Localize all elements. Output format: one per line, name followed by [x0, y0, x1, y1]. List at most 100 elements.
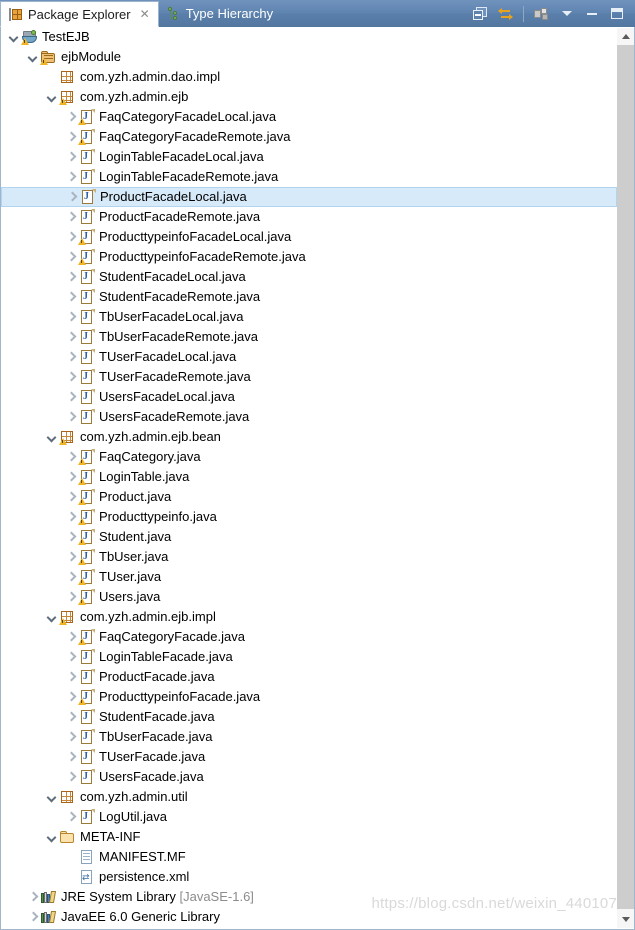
tree-row[interactable]: J Users.java [1, 587, 617, 607]
twisty-collapsed-icon[interactable] [26, 907, 40, 927]
twisty-collapsed-icon[interactable] [26, 887, 40, 907]
twisty-collapsed-icon[interactable] [64, 647, 78, 667]
tab-package-explorer[interactable]: Package Explorer ✕ [0, 1, 159, 27]
tree-row[interactable]: J LogUtil.java [1, 807, 617, 827]
scrollbar-thumb[interactable] [617, 45, 634, 909]
twisty-expanded-icon[interactable] [45, 427, 59, 447]
tree-row[interactable]: J FaqCategory.java [1, 447, 617, 467]
scroll-up-button[interactable] [617, 28, 634, 45]
twisty-collapsed-icon[interactable] [64, 247, 78, 267]
collapse-all-button[interactable] [468, 0, 493, 27]
twisty-collapsed-icon[interactable] [64, 627, 78, 647]
twisty-collapsed-icon[interactable] [64, 747, 78, 767]
tab-type-hierarchy[interactable]: Type Hierarchy [159, 0, 281, 27]
twisty-collapsed-icon[interactable] [64, 767, 78, 787]
twisty-collapsed-icon[interactable] [64, 147, 78, 167]
twisty-expanded-icon[interactable] [7, 27, 21, 47]
twisty-collapsed-icon[interactable] [64, 667, 78, 687]
twisty-collapsed-icon[interactable] [64, 127, 78, 147]
view-dropdown-button[interactable] [554, 0, 579, 27]
tree-row[interactable]: J FaqCategoryFacade.java [1, 627, 617, 647]
tree-row[interactable]: J StudentFacadeLocal.java [1, 267, 617, 287]
tree-row[interactable]: J LoginTableFacade.java [1, 647, 617, 667]
twisty-collapsed-icon[interactable] [64, 447, 78, 467]
tree-row[interactable]: J ProducttypeinfoFacade.java [1, 687, 617, 707]
twisty-collapsed-icon[interactable] [64, 367, 78, 387]
tree-row[interactable]: META-INF [1, 827, 617, 847]
tree-row[interactable]: J FaqCategoryFacadeLocal.java [1, 107, 617, 127]
twisty-collapsed-icon[interactable] [64, 727, 78, 747]
tree-row[interactable]: J TUserFacadeLocal.java [1, 347, 617, 367]
twisty-expanded-icon[interactable] [45, 787, 59, 807]
twisty-collapsed-icon[interactable] [64, 507, 78, 527]
twisty-collapsed-icon[interactable] [64, 707, 78, 727]
tree-row[interactable]: com.yzh.admin.ejb [1, 87, 617, 107]
twisty-expanded-icon[interactable] [45, 87, 59, 107]
close-icon[interactable]: ✕ [140, 8, 150, 20]
twisty-collapsed-icon[interactable] [64, 307, 78, 327]
tree-row[interactable]: J StudentFacadeRemote.java [1, 287, 617, 307]
tree-row[interactable]: TestEJB [1, 27, 617, 47]
twisty-collapsed-icon[interactable] [64, 107, 78, 127]
tree-row[interactable]: com.yzh.admin.ejb.impl [1, 607, 617, 627]
tree-row[interactable]: J UsersFacade.java [1, 767, 617, 787]
twisty-collapsed-icon[interactable] [64, 267, 78, 287]
tree-row[interactable]: J TbUserFacadeLocal.java [1, 307, 617, 327]
tree-row[interactable]: J LoginTable.java [1, 467, 617, 487]
tree-row[interactable]: com.yzh.admin.ejb.bean [1, 427, 617, 447]
twisty-collapsed-icon[interactable] [64, 547, 78, 567]
tree-row[interactable]: ⇄ persistence.xml [1, 867, 617, 887]
twisty-collapsed-icon[interactable] [64, 407, 78, 427]
tree-row[interactable]: J TUser.java [1, 567, 617, 587]
twisty-collapsed-icon[interactable] [64, 807, 78, 827]
tree-row[interactable]: J LoginTableFacadeLocal.java [1, 147, 617, 167]
tree-row[interactable]: J Producttypeinfo.java [1, 507, 617, 527]
project-tree[interactable]: TestEJB ejbModule com.yzh.admin.dao.impl co… [1, 27, 617, 928]
twisty-collapsed-icon[interactable] [64, 227, 78, 247]
tree-row[interactable]: J ProductFacadeLocal.java [1, 187, 617, 207]
tree-row[interactable]: J TbUserFacade.java [1, 727, 617, 747]
twisty-collapsed-icon[interactable] [64, 527, 78, 547]
twisty-collapsed-icon[interactable] [64, 467, 78, 487]
twisty-expanded-icon[interactable] [45, 607, 59, 627]
tree-row[interactable]: J TUserFacadeRemote.java [1, 367, 617, 387]
link-with-editor-button[interactable] [493, 0, 518, 27]
tree-row[interactable]: J ProducttypeinfoFacadeLocal.java [1, 227, 617, 247]
maximize-button[interactable] [604, 0, 629, 27]
tree-row[interactable]: J TbUser.java [1, 547, 617, 567]
twisty-expanded-icon[interactable] [26, 47, 40, 67]
twisty-collapsed-icon[interactable] [64, 687, 78, 707]
scroll-down-button[interactable] [617, 911, 634, 928]
twisty-collapsed-icon[interactable] [64, 387, 78, 407]
tree-row[interactable]: J ProductFacade.java [1, 667, 617, 687]
minimize-button[interactable] [579, 0, 604, 27]
tree-row[interactable]: MANIFEST.MF [1, 847, 617, 867]
tree-row[interactable]: J ProducttypeinfoFacadeRemote.java [1, 247, 617, 267]
tree-row[interactable]: J Student.java [1, 527, 617, 547]
twisty-collapsed-icon[interactable] [64, 167, 78, 187]
twisty-collapsed-icon[interactable] [64, 567, 78, 587]
tree-row[interactable]: J LoginTableFacadeRemote.java [1, 167, 617, 187]
twisty-collapsed-icon[interactable] [64, 327, 78, 347]
tree-row[interactable]: J Product.java [1, 487, 617, 507]
twisty-collapsed-icon[interactable] [64, 587, 78, 607]
tree-row[interactable]: com.yzh.admin.dao.impl [1, 67, 617, 87]
twisty-collapsed-icon[interactable] [64, 487, 78, 507]
tree-row[interactable]: J FaqCategoryFacadeRemote.java [1, 127, 617, 147]
twisty-collapsed-icon[interactable] [64, 207, 78, 227]
twisty-collapsed-icon[interactable] [64, 347, 78, 367]
tree-row[interactable]: ejbModule [1, 47, 617, 67]
vertical-scrollbar[interactable] [617, 28, 634, 928]
tree-row[interactable]: J TbUserFacadeRemote.java [1, 327, 617, 347]
twisty-collapsed-icon[interactable] [65, 187, 79, 207]
scrollbar-track[interactable] [617, 45, 634, 911]
twisty-collapsed-icon[interactable] [64, 287, 78, 307]
twisty-expanded-icon[interactable] [45, 827, 59, 847]
tree-row[interactable]: J ProductFacadeRemote.java [1, 207, 617, 227]
tree-row[interactable]: J StudentFacade.java [1, 707, 617, 727]
tree-row[interactable]: J UsersFacadeRemote.java [1, 407, 617, 427]
view-menu-button[interactable] [529, 0, 554, 27]
tree-row[interactable]: J UsersFacadeLocal.java [1, 387, 617, 407]
tree-row[interactable]: J TUserFacade.java [1, 747, 617, 767]
tree-row[interactable]: com.yzh.admin.util [1, 787, 617, 807]
